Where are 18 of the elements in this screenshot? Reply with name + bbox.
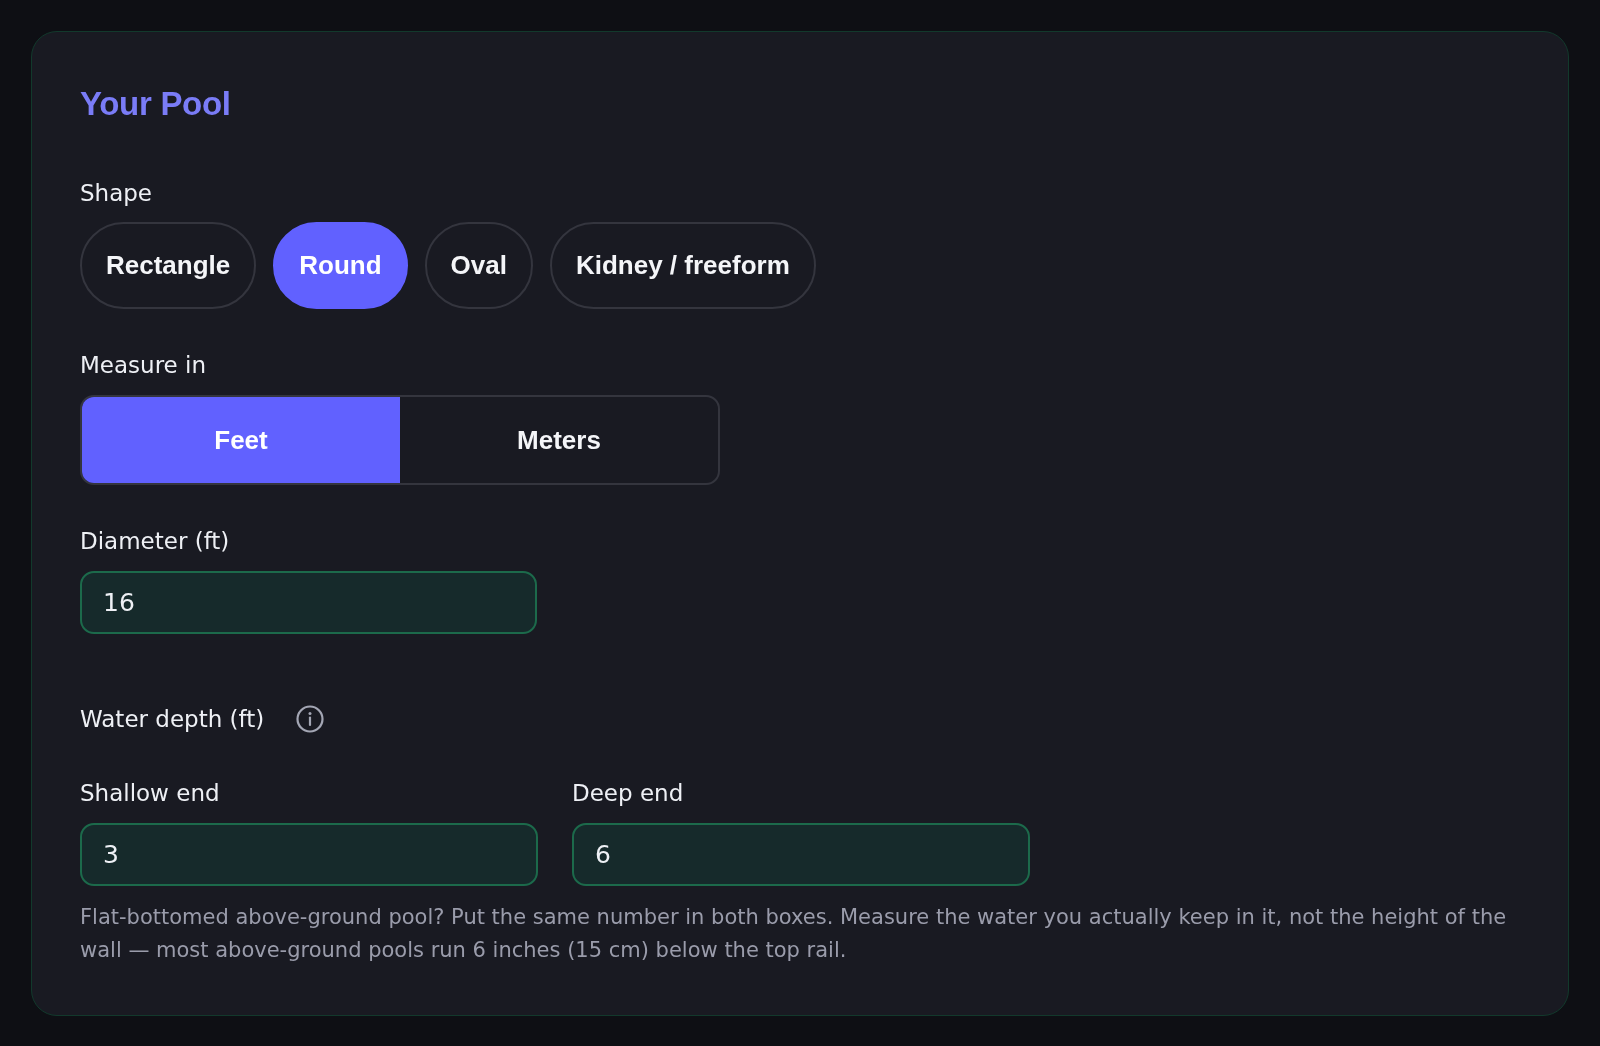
field-label: Shape xyxy=(80,179,154,208)
shape-option[interactable]: Kidney / freeform xyxy=(549,222,816,309)
card-title: Your Pool xyxy=(80,84,232,124)
input-field[interactable]: 3 xyxy=(80,823,538,886)
help-text: Flat-bottomed above-ground pool? Put the same number in both boxes. Measure the water you actually keep in it, not the height of the wall — most above-ground pools run 6 inches (15 cm) below the top rail. xyxy=(80,904,1508,964)
shape-option[interactable]: Oval xyxy=(424,222,533,309)
field-label: Shallow end xyxy=(80,779,221,808)
unit-option[interactable]: Feet xyxy=(82,397,400,483)
shape-option[interactable]: Rectangle xyxy=(80,222,257,309)
shape-option[interactable]: Round xyxy=(273,222,408,309)
field-label: Diameter (ft) xyxy=(80,527,231,556)
field-label: Measure in xyxy=(80,351,208,380)
info-icon[interactable] xyxy=(296,705,325,733)
input-field[interactable]: 16 xyxy=(80,571,537,634)
field-label: Deep end xyxy=(572,779,685,808)
unit-option[interactable]: Meters xyxy=(400,397,718,483)
section-label: Water depth (ft) xyxy=(80,705,265,734)
input-field[interactable]: 6 xyxy=(572,823,1030,886)
